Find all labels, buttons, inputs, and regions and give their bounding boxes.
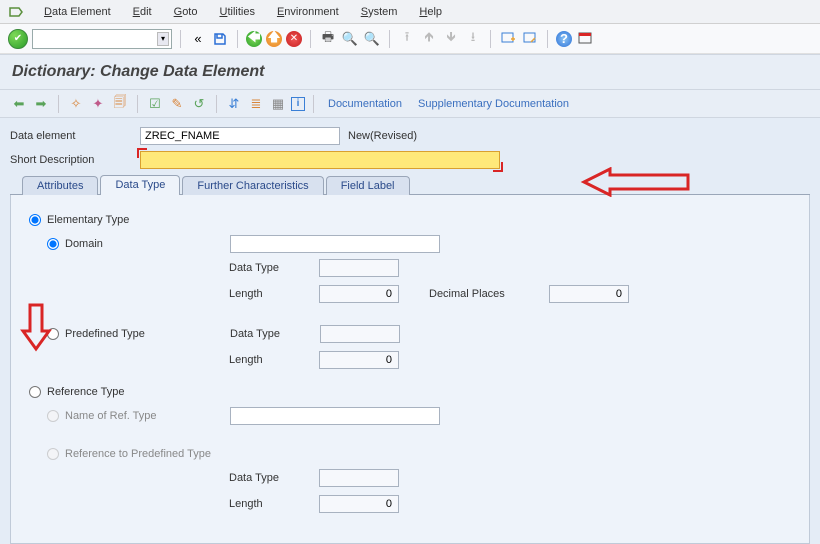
data-type-label-3: Data Type (229, 472, 319, 484)
data-type-input-3[interactable] (319, 469, 399, 487)
prev-page-icon: 🡹 (420, 30, 438, 48)
save-icon[interactable] (211, 30, 229, 48)
data-type-label-2: Data Type (230, 328, 320, 340)
copy-icon[interactable]: 🗐 (111, 95, 129, 113)
help-icon[interactable]: ? (556, 31, 572, 47)
length-label-2: Length (229, 354, 319, 366)
tab-further-characteristics[interactable]: Further Characteristics (182, 176, 323, 195)
find-icon[interactable]: 🔍 (341, 30, 359, 48)
documentation-button[interactable]: Documentation (322, 98, 408, 110)
length-input-1[interactable] (319, 285, 399, 303)
back-history-icon[interactable]: « (189, 30, 207, 48)
tab-data-type[interactable]: Data Type (100, 175, 180, 195)
elementary-type-radio[interactable] (29, 214, 41, 226)
menu-goto[interactable]: Goto (164, 4, 208, 20)
check-icon[interactable]: ☑ (146, 95, 164, 113)
layout-icon[interactable] (576, 30, 594, 48)
short-description-input[interactable] (140, 151, 500, 169)
length-label-1: Length (229, 288, 319, 300)
supplementary-doc-button[interactable]: Supplementary Documentation (412, 98, 575, 110)
where-used-icon[interactable]: ↺ (190, 95, 208, 113)
standard-toolbar: ▾ « 🡄 🡅 ✕ 🖶 🔍 🔍 ⭱ 🡹 🡻 ⭳ ? (0, 24, 820, 54)
length-label-3: Length (229, 498, 319, 510)
new-session-icon[interactable] (499, 30, 517, 48)
tab-attributes[interactable]: Attributes (22, 176, 98, 195)
tab-field-label[interactable]: Field Label (326, 176, 410, 195)
ref-predefined-label: Reference to Predefined Type (65, 448, 211, 460)
menu-data-element[interactable]: Data Element (34, 4, 121, 20)
length-input-2[interactable] (319, 351, 399, 369)
dropdown-icon[interactable]: ▾ (157, 32, 169, 46)
domain-radio[interactable] (47, 238, 59, 250)
predefined-type-label: Predefined Type (65, 328, 230, 340)
ref-predefined-radio (47, 448, 59, 460)
length-input-3[interactable] (319, 495, 399, 513)
display-change-icon[interactable]: ✧ (67, 95, 85, 113)
data-element-input[interactable] (140, 127, 340, 145)
tab-body: Elementary Type Domain Data Type Length … (10, 195, 810, 544)
back-icon[interactable]: 🡄 (246, 31, 262, 47)
menu-help[interactable]: Help (409, 4, 452, 20)
domain-label: Domain (65, 238, 230, 250)
tab-strip: Attributes Data Type Further Characteris… (10, 174, 810, 195)
cancel-icon[interactable]: ✕ (286, 31, 302, 47)
decimal-places-input[interactable] (549, 285, 629, 303)
short-description-label: Short Description (10, 154, 140, 166)
decimal-places-label: Decimal Places (429, 288, 549, 300)
first-page-icon: ⭱ (398, 30, 416, 48)
append-icon[interactable]: ≣ (247, 95, 265, 113)
reference-type-label: Reference Type (47, 386, 124, 398)
prev-object-icon[interactable]: ⬅ (10, 95, 28, 113)
menu-environment[interactable]: Environment (267, 4, 349, 20)
domain-input[interactable] (230, 235, 440, 253)
reference-type-radio[interactable] (29, 386, 41, 398)
name-ref-type-radio (47, 410, 59, 422)
menu-bar: Data Element Edit Goto Utilities Environ… (0, 0, 820, 24)
data-type-input-1[interactable] (319, 259, 399, 277)
exit-icon[interactable]: 🡅 (266, 31, 282, 47)
shortcut-icon[interactable] (521, 30, 539, 48)
menu-utilities[interactable]: Utilities (209, 4, 264, 20)
other-object-icon[interactable]: ✦ (89, 95, 107, 113)
command-field[interactable]: ▾ (32, 29, 172, 49)
menu-system[interactable]: System (351, 4, 408, 20)
display-list-icon[interactable]: ▦ (269, 95, 287, 113)
hierarchy-icon[interactable]: ⇵ (225, 95, 243, 113)
annotation-arrow-left (580, 167, 690, 197)
elementary-type-label: Elementary Type (47, 214, 129, 226)
find-next-icon[interactable]: 🔍 (363, 30, 381, 48)
info-icon[interactable]: i (291, 97, 305, 111)
menu-edit[interactable]: Edit (123, 4, 162, 20)
sap-logo-icon (8, 4, 24, 20)
name-ref-type-input[interactable] (230, 407, 440, 425)
data-type-input-2[interactable] (320, 325, 400, 343)
name-ref-type-label: Name of Ref. Type (65, 410, 230, 422)
form-area: Data element New(Revised) Short Descript… (0, 118, 820, 544)
data-type-label-1: Data Type (229, 262, 319, 274)
next-page-icon: 🡻 (442, 30, 460, 48)
page-title: Dictionary: Change Data Element (12, 63, 808, 81)
print-icon[interactable]: 🖶 (319, 30, 337, 48)
annotation-arrow-down (20, 303, 52, 356)
title-area: Dictionary: Change Data Element (0, 54, 820, 90)
application-toolbar: ⬅ ➡ ✧ ✦ 🗐 ☑ ✎ ↺ ⇵ ≣ ▦ i Documentation Su… (0, 90, 820, 118)
next-object-icon[interactable]: ➡ (32, 95, 50, 113)
status-text: New(Revised) (340, 130, 425, 142)
activate-icon[interactable]: ✎ (168, 95, 186, 113)
enter-icon[interactable] (8, 29, 28, 49)
last-page-icon: ⭳ (464, 30, 482, 48)
data-element-label: Data element (10, 130, 140, 142)
